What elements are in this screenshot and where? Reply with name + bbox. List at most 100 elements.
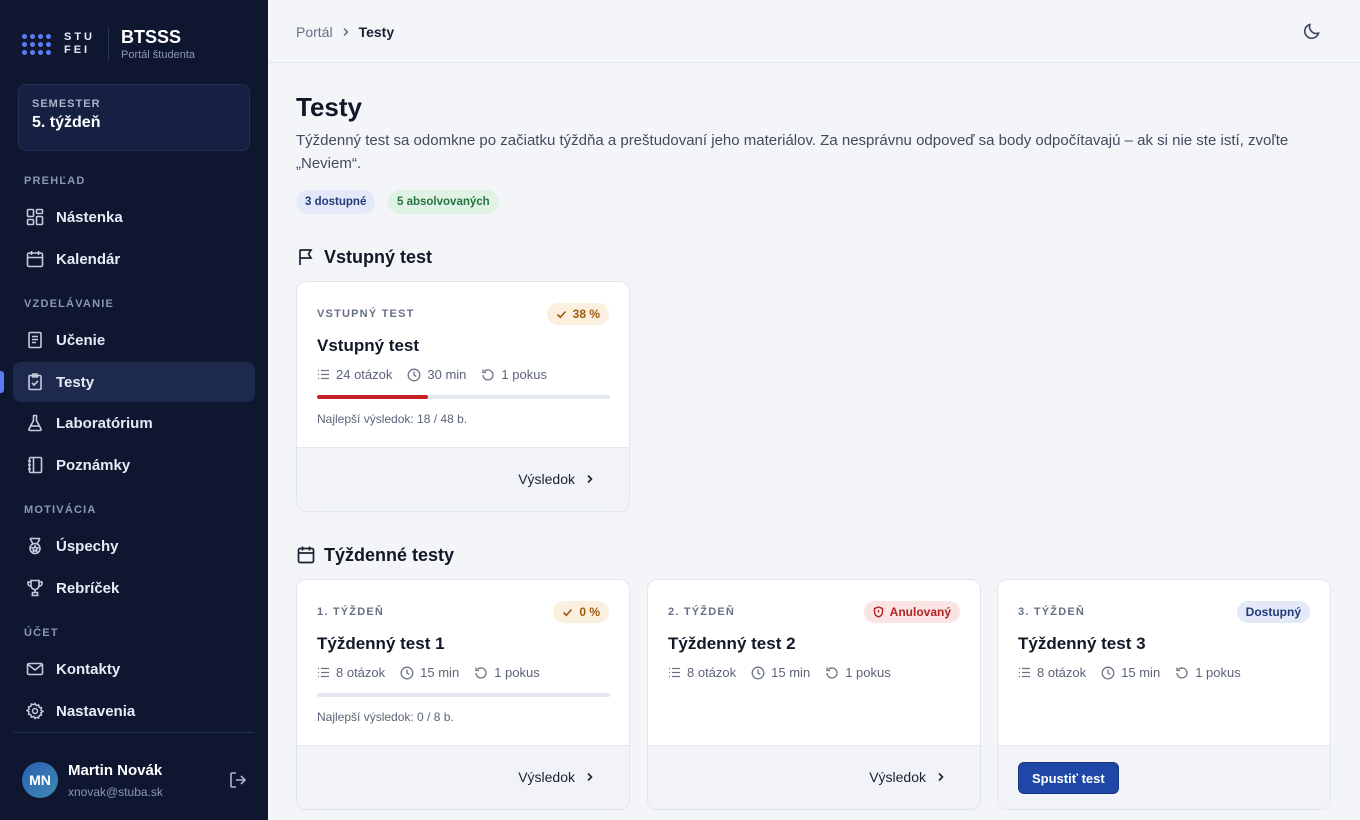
score-progress-bar xyxy=(317,395,610,399)
attempts: 1 pokus xyxy=(1195,665,1241,680)
test-meta: 8 otázok 15 min 1 pokus xyxy=(317,665,555,680)
sidebar-item-label: Učenie xyxy=(56,331,106,349)
test-card-week-2: 2. TÝŽDEŇ Anulovaný Týždenný test 2 8 ot… xyxy=(647,579,981,810)
app-subtitle: Portál študenta xyxy=(121,49,195,61)
section-entry-test: Vstupný test xyxy=(296,246,432,268)
sidebar-item-label: Rebríček xyxy=(56,579,120,597)
test-card-week-1: 1. TÝŽDEŇ 0 % Týždenný test 1 8 otázok 1… xyxy=(296,579,630,810)
retry-icon xyxy=(474,666,488,680)
result-link[interactable]: Výsledok xyxy=(518,769,595,785)
sidebar-item-lab[interactable]: Laboratórium xyxy=(13,403,255,443)
result-link[interactable]: Výsledok xyxy=(518,471,595,487)
test-meta: 8 otázok 15 min 1 pokus xyxy=(1018,665,1256,680)
card-footer: Výsledok xyxy=(648,745,980,809)
retry-icon xyxy=(481,368,495,382)
progress-fill xyxy=(317,395,429,399)
flag-icon xyxy=(296,246,318,268)
card-footer: Výsledok xyxy=(297,447,629,511)
sidebar-item-learning[interactable]: Učenie xyxy=(13,320,255,360)
attempts: 1 pokus xyxy=(501,367,547,382)
logo-text: STU FEI xyxy=(64,31,95,56)
user-name: Martin Novák xyxy=(68,762,163,779)
semester-label: SEMESTER xyxy=(32,98,101,110)
test-meta: 24 otázok 30 min 1 pokus xyxy=(317,367,562,382)
trophy-icon xyxy=(25,578,45,598)
card-title: Týždenný test 1 xyxy=(317,634,445,653)
question-count: 8 otázok xyxy=(336,665,386,680)
nav-section-account: ÚČET xyxy=(24,627,59,639)
best-result: Najlepší výsledok: 18 / 48 b. xyxy=(317,412,468,426)
attempts: 1 pokus xyxy=(845,665,891,680)
sidebar-item-label: Úspechy xyxy=(56,537,119,555)
badge-text: 0 % xyxy=(579,605,600,619)
card-title: Vstupný test xyxy=(317,336,420,355)
sidebar-item-contacts[interactable]: Kontakty xyxy=(13,649,255,689)
result-label: Výsledok xyxy=(518,471,575,487)
list-icon xyxy=(317,368,330,381)
shield-alert-icon xyxy=(873,606,884,618)
nav-section-motivation: MOTIVÁCIA xyxy=(24,504,97,516)
page-title: Testy xyxy=(296,92,362,122)
score-badge: 0 % xyxy=(553,601,609,623)
semester-card: SEMESTER 5. týždeň xyxy=(18,84,250,151)
brand-logo[interactable]: STU FEI BTSSS Portál študenta xyxy=(22,27,195,61)
medal-icon xyxy=(25,536,45,556)
avatar[interactable]: MN xyxy=(22,762,58,798)
start-test-button[interactable]: Spustiť test xyxy=(1018,762,1119,794)
chevron-right-icon xyxy=(936,772,946,782)
card-kicker: 1. TÝŽDEŇ xyxy=(317,606,385,618)
result-label: Výsledok xyxy=(869,769,926,785)
best-result: Najlepší výsledok: 0 / 8 b. xyxy=(317,710,454,724)
check-icon xyxy=(562,607,573,618)
duration: 15 min xyxy=(1121,665,1161,680)
badge-text: Dostupný xyxy=(1245,605,1301,619)
active-indicator xyxy=(0,371,4,393)
sidebar-item-calendar[interactable]: Kalendár xyxy=(13,239,255,279)
completed-count-badge: 5 absolvovaných xyxy=(388,190,499,214)
gear-icon xyxy=(25,701,45,721)
sidebar-item-tests[interactable]: Testy xyxy=(13,362,255,402)
logout-icon[interactable] xyxy=(228,770,250,792)
score-progress-bar xyxy=(317,693,610,697)
sidebar: STU FEI BTSSS Portál študenta SEMESTER 5… xyxy=(0,0,268,820)
sidebar-item-notes[interactable]: Poznámky xyxy=(13,445,255,485)
attempts: 1 pokus xyxy=(494,665,540,680)
badge-text: Anulovaný xyxy=(889,605,951,619)
sidebar-item-dashboard[interactable]: Nástenka xyxy=(13,197,255,237)
breadcrumb-current: Testy xyxy=(358,24,395,40)
book-icon xyxy=(25,330,45,350)
chevron-right-icon xyxy=(341,27,351,37)
badge-text: 38 % xyxy=(572,307,600,321)
card-title: Týždenný test 3 xyxy=(1018,634,1146,653)
list-icon xyxy=(668,666,681,679)
moon-icon[interactable] xyxy=(1302,21,1324,43)
breadcrumb-portal-link[interactable]: Portál xyxy=(296,24,333,40)
question-count: 8 otázok xyxy=(687,665,737,680)
stu-dots-logo-icon xyxy=(22,33,54,55)
retry-icon xyxy=(825,666,839,680)
result-label: Výsledok xyxy=(518,769,575,785)
list-icon xyxy=(317,666,330,679)
check-icon xyxy=(556,309,567,320)
chevron-right-icon xyxy=(585,772,595,782)
result-link[interactable]: Výsledok xyxy=(869,769,946,785)
chevron-right-icon xyxy=(585,474,595,484)
test-meta: 8 otázok 15 min 1 pokus xyxy=(668,665,906,680)
breadcrumb: Portál Testy xyxy=(296,24,394,40)
duration: 15 min xyxy=(771,665,811,680)
sidebar-item-achievements[interactable]: Úspechy xyxy=(13,526,255,566)
available-count-badge: 3 dostupné xyxy=(296,190,376,214)
clock-icon xyxy=(1101,666,1115,680)
notebook-icon xyxy=(25,455,45,475)
question-count: 24 otázok xyxy=(336,367,393,382)
sidebar-item-label: Laboratórium xyxy=(56,414,153,432)
score-badge: 38 % xyxy=(546,303,609,325)
sidebar-item-label: Kalendár xyxy=(56,250,121,268)
sidebar-item-settings[interactable]: Nastavenia xyxy=(13,691,255,731)
duration: 15 min xyxy=(420,665,460,680)
clock-icon xyxy=(751,666,765,680)
status-badge: Dostupný xyxy=(1236,601,1310,623)
sidebar-item-leaderboard[interactable]: Rebríček xyxy=(13,568,255,608)
test-card-entry: VSTUPNÝ TEST 38 % Vstupný test 24 otázok… xyxy=(296,281,630,512)
sidebar-item-label: Testy xyxy=(56,373,95,391)
